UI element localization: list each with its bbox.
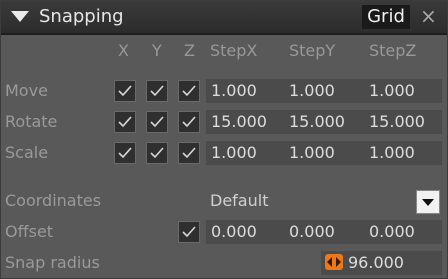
panel-titlebar: Snapping Grid × [1, 1, 447, 35]
row-label-move: Move [5, 81, 48, 100]
snap-radius-label: Snap radius [5, 253, 100, 272]
header-y: Y [152, 41, 162, 60]
scale-stepx-field[interactable]: 1.000 [211, 143, 257, 162]
checkmark-icon [150, 85, 164, 97]
checkmark-icon [150, 116, 164, 128]
move-stepy-field[interactable]: 1.000 [289, 81, 335, 100]
checkmark-icon [118, 85, 132, 97]
scale-y-checkbox[interactable] [146, 142, 168, 164]
rotate-x-checkbox[interactable] [114, 111, 136, 133]
coordinates-value[interactable]: Default [210, 191, 268, 210]
header-stepx: StepX [210, 41, 258, 60]
panel-title: Snapping [39, 6, 124, 27]
checkmark-icon [118, 147, 132, 159]
spinner-arrows-icon[interactable] [323, 252, 345, 272]
move-stepx-field[interactable]: 1.000 [211, 81, 257, 100]
offset-x-field[interactable]: 0.000 [211, 222, 257, 241]
checkmark-icon [118, 116, 132, 128]
rotate-z-checkbox[interactable] [178, 111, 200, 133]
move-stepz-field[interactable]: 1.000 [369, 81, 415, 100]
collapse-triangle-icon[interactable] [11, 11, 29, 22]
header-stepy: StepY [289, 41, 336, 60]
offset-label: Offset [5, 222, 54, 241]
scale-stepy-field[interactable]: 1.000 [289, 143, 335, 162]
scale-stepz-field[interactable]: 1.000 [369, 143, 415, 162]
close-icon[interactable]: × [420, 4, 437, 28]
rotate-stepy-field[interactable]: 15.000 [289, 112, 345, 131]
coordinates-label: Coordinates [5, 191, 102, 210]
row-label-scale: Scale [5, 143, 49, 162]
checkmark-icon [182, 116, 196, 128]
coordinates-dropdown-button[interactable] [416, 190, 440, 214]
checkmark-icon [182, 226, 196, 238]
chevron-down-icon [422, 199, 434, 206]
offset-z-field[interactable]: 0.000 [369, 222, 415, 241]
move-y-checkbox[interactable] [146, 80, 168, 102]
rotate-stepx-field[interactable]: 15.000 [211, 112, 267, 131]
row-label-rotate: Rotate [5, 112, 58, 131]
header-z: Z [184, 41, 195, 60]
grid-tab[interactable]: Grid [362, 5, 410, 29]
checkmark-icon [150, 147, 164, 159]
move-x-checkbox[interactable] [114, 80, 136, 102]
scale-x-checkbox[interactable] [114, 142, 136, 164]
move-z-checkbox[interactable] [178, 80, 200, 102]
offset-y-field[interactable]: 0.000 [289, 222, 335, 241]
checkmark-icon [182, 147, 196, 159]
rotate-y-checkbox[interactable] [146, 111, 168, 133]
rotate-stepz-field[interactable]: 15.000 [369, 112, 425, 131]
header-x: X [118, 41, 129, 60]
header-stepz: StepZ [369, 41, 417, 60]
scale-z-checkbox[interactable] [178, 142, 200, 164]
snapping-panel: Snapping Grid × X Y Z StepX StepY StepZ … [0, 0, 448, 279]
checkmark-icon [182, 85, 196, 97]
snap-radius-field[interactable]: 96.000 [348, 253, 404, 272]
offset-checkbox[interactable] [178, 221, 200, 243]
